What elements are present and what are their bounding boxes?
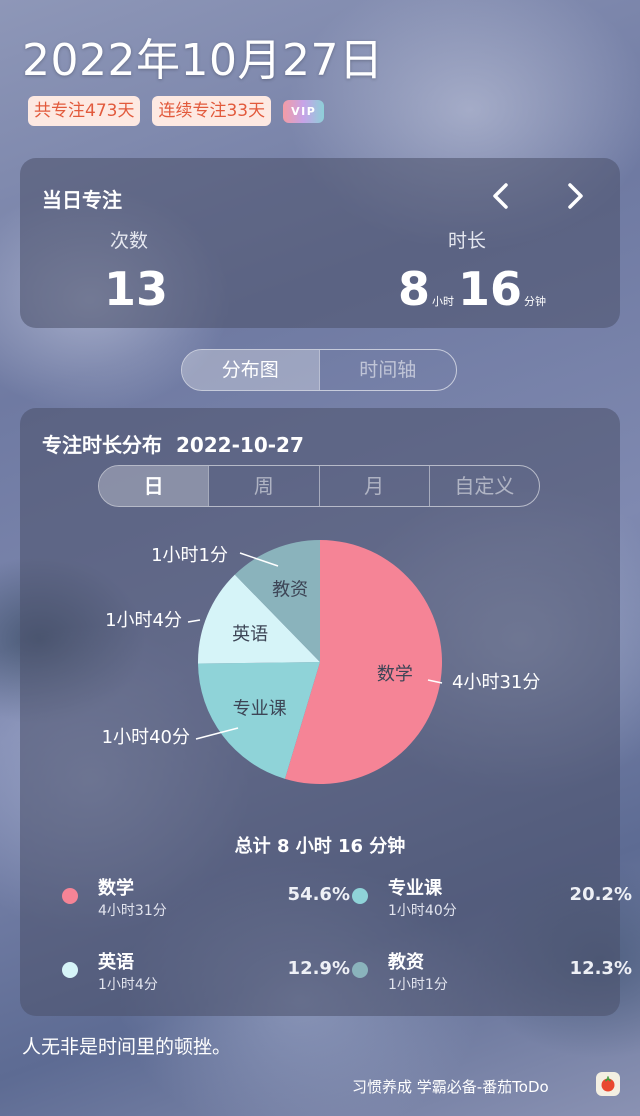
legend-percent: 20.2% [569,884,632,905]
pie-slice-name: 英语 [232,624,268,645]
legend-dot [352,962,368,978]
count-label: 次数 [110,230,149,252]
vip-badge[interactable]: VIP [283,99,325,123]
legend-duration: 4小时31分 [98,903,167,919]
total-duration: 总计 8 小时 16 分钟 [234,836,406,857]
pie-slice-label: 1小时40分 [102,727,190,748]
legend-name: 教资 [388,952,424,973]
legend-name: 专业课 [388,878,442,899]
duration-minutes: 16 [458,262,523,316]
legend-name: 英语 [98,952,134,973]
legend-percent: 12.9% [287,958,350,979]
legend-dot [62,888,78,904]
next-day-button[interactable] [560,176,590,216]
focus-pie-chart: 数学 4小时31分专业课 1小时40分 英语 1小时4分 教资 1小时1分 [102,540,540,784]
legend-percent: 54.6% [287,884,350,905]
tab-timeline[interactable]: 时间轴 [318,350,457,390]
distribution-panel: 专注时长分布 2022-10-27 日 周 月 自定义 数学 4小时31分 专业课 1… [20,408,632,1016]
pie-slice-label: 1小时4分 [105,610,182,631]
hours-unit: 小时 [432,295,455,308]
today-focus-panel: 当日专注 次数 13 时长 8 小时16 分钟 [20,158,620,328]
app-slogan: 习惯养成 学霸必备-番茄ToDo [352,1078,549,1096]
tomato-icon [601,1076,615,1092]
duration-hours: 8 [398,262,431,316]
pie-slice-name: 专业课 [233,699,287,720]
chevron-right-icon [568,183,583,209]
today-focus-title: 当日专注 [42,188,122,212]
duration-value: 8 小时16 分钟 [398,262,550,316]
date-title: 2022年10月27日 [22,35,384,86]
legend-dot [62,962,78,978]
count-value: 13 [104,262,169,316]
pie-slice-name: 数学 [377,664,413,685]
chevron-left-icon [493,183,508,209]
tomato-app-icon [596,1072,620,1096]
legend-item-teaching: 教资 1小时1分 12.3% [352,948,632,996]
duration-label: 时长 [448,230,487,252]
view-switch: 分布图 时间轴 [181,349,457,391]
legend-percent: 12.3% [569,958,632,979]
legend-duration: 1小时4分 [98,977,158,993]
pie-slice-name: 教资 [272,580,308,601]
pie-slice-label: 4小时31分 [452,672,540,693]
legend-item-english: 英语 1小时4分 12.9% [62,948,350,996]
legend-duration: 1小时40分 [388,903,457,919]
badge-row: 共专注473天 连续专注33天 VIP [28,96,325,126]
total-days-badge[interactable]: 共专注473天 [28,96,141,126]
streak-days-badge[interactable]: 连续专注33天 [152,96,272,126]
legend-name: 数学 [98,878,134,899]
previous-day-button[interactable] [486,176,516,216]
legend-duration: 1小时1分 [388,977,448,993]
motto-quote: 人无非是时间里的顿挫。 [22,1036,232,1058]
legend-item-major: 专业课 1小时40分 20.2% [352,874,632,922]
tab-distribution[interactable]: 分布图 [182,350,319,390]
minutes-unit: 分钟 [524,295,547,308]
pie-leader-line [187,619,201,623]
legend-dot [352,888,368,904]
legend-item-math: 数学 4小时31分 54.6% [62,874,350,922]
pie-slice-label: 1小时1分 [151,545,228,566]
